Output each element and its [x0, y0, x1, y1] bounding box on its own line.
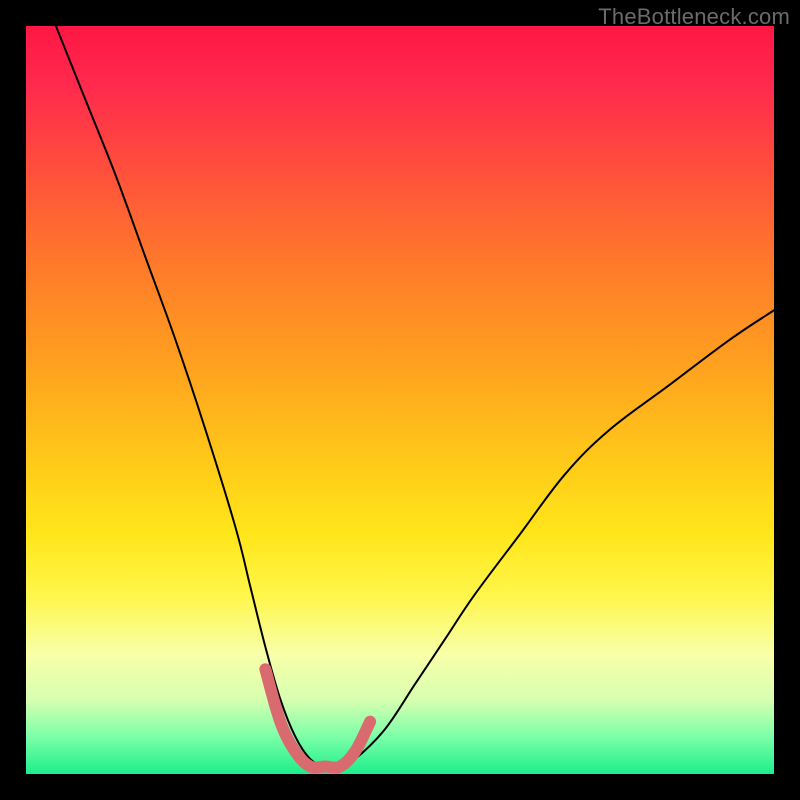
chart-plot-area — [26, 26, 774, 774]
watermark-text: TheBottleneck.com — [598, 4, 790, 30]
bottleneck-curve — [56, 26, 774, 768]
chart-svg — [26, 26, 774, 774]
highlight-trough — [265, 669, 370, 767]
